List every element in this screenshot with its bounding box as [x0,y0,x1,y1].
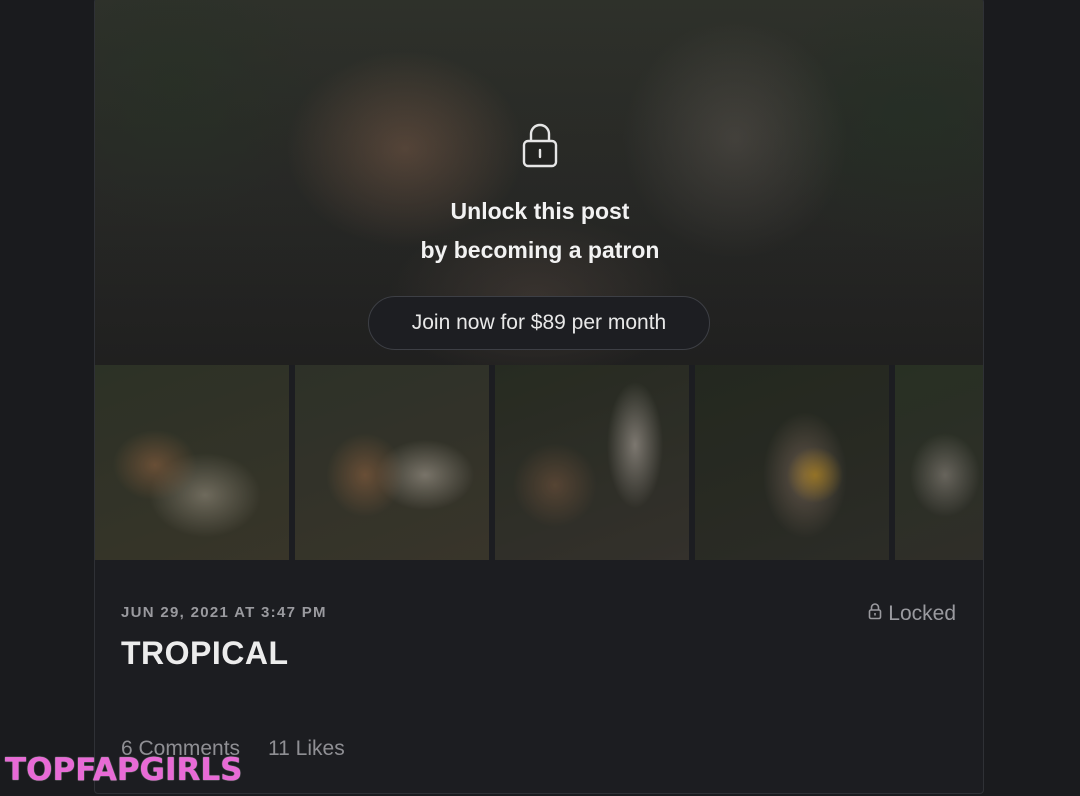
unlock-subheading: by becoming a patron [420,237,660,263]
thumbnail-image[interactable] [295,365,489,560]
post-date: JUN 29, 2021 AT 3:47 PM [121,604,327,621]
thumbnail-image[interactable] [95,365,289,560]
thumbnail-image[interactable] [895,365,983,560]
watermark-logo: TOPFAPGIRLS [5,752,243,788]
locked-label: Locked [888,602,956,625]
post-card: Unlock this post by becoming a patron Jo… [94,0,984,794]
thumbnail-image[interactable] [695,365,889,560]
join-button[interactable]: Join now for $89 per month [368,296,710,350]
likes-count[interactable]: 11 Likes [268,737,345,761]
post-title[interactable]: TROPICAL [121,635,289,672]
image-thumbnails [95,365,983,560]
padlock-icon [521,121,559,169]
unlock-heading: Unlock this post [450,198,630,224]
small-padlock-icon [868,602,882,626]
thumbnail-image[interactable] [495,365,689,560]
locked-badge: Locked [868,602,956,626]
